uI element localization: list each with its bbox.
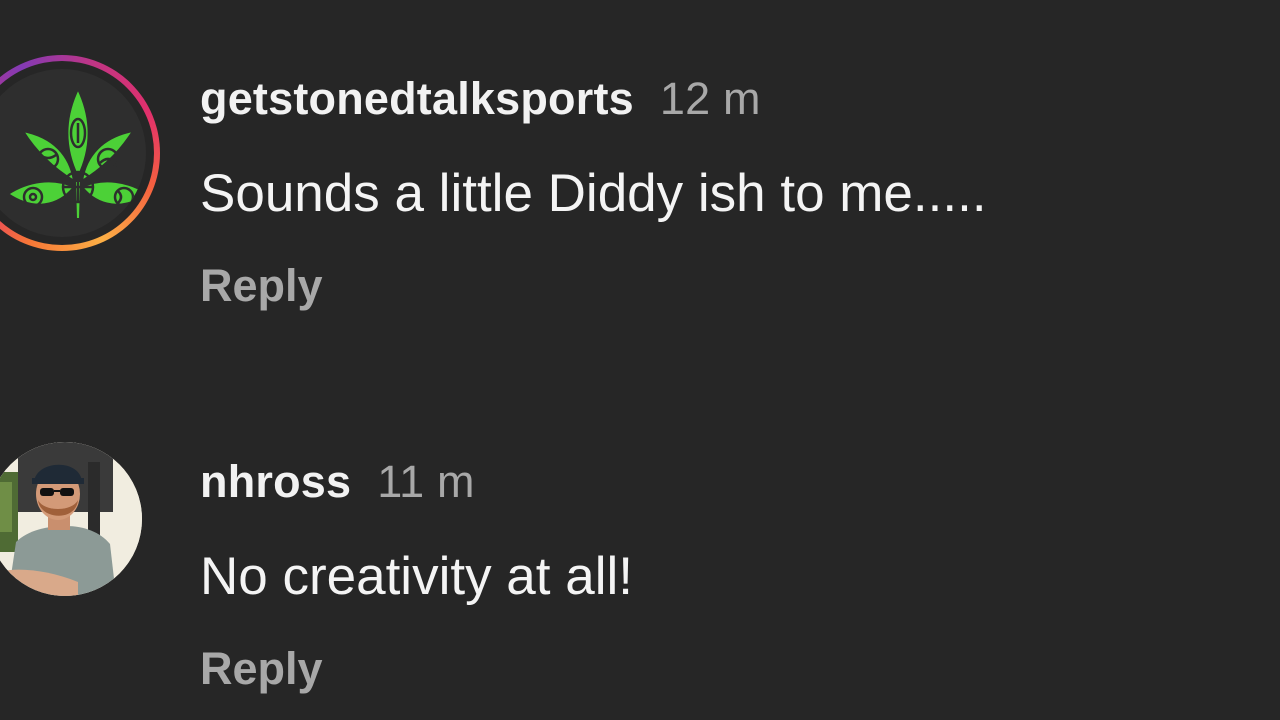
- avatar[interactable]: [0, 55, 160, 251]
- avatar[interactable]: [0, 442, 142, 596]
- comment-username[interactable]: nhross 11 m: [200, 456, 475, 508]
- reply-button[interactable]: Reply: [200, 643, 323, 695]
- comment-thread: getstonedtalksports 12 m Sounds a little …: [0, 0, 1280, 720]
- reply-button[interactable]: Reply: [200, 260, 323, 312]
- comment-username[interactable]: getstonedtalksports 12 m: [200, 73, 761, 125]
- comment-text: No creativity at all!: [200, 547, 633, 606]
- comment-timestamp: 12 m: [659, 73, 761, 124]
- username-text[interactable]: getstonedtalksports: [200, 73, 634, 124]
- comment-timestamp: 11 m: [377, 456, 475, 507]
- comment-text: Sounds a little Diddy ish to me.....: [200, 164, 987, 223]
- username-text[interactable]: nhross: [200, 456, 351, 507]
- profile-photo-icon: [0, 442, 142, 596]
